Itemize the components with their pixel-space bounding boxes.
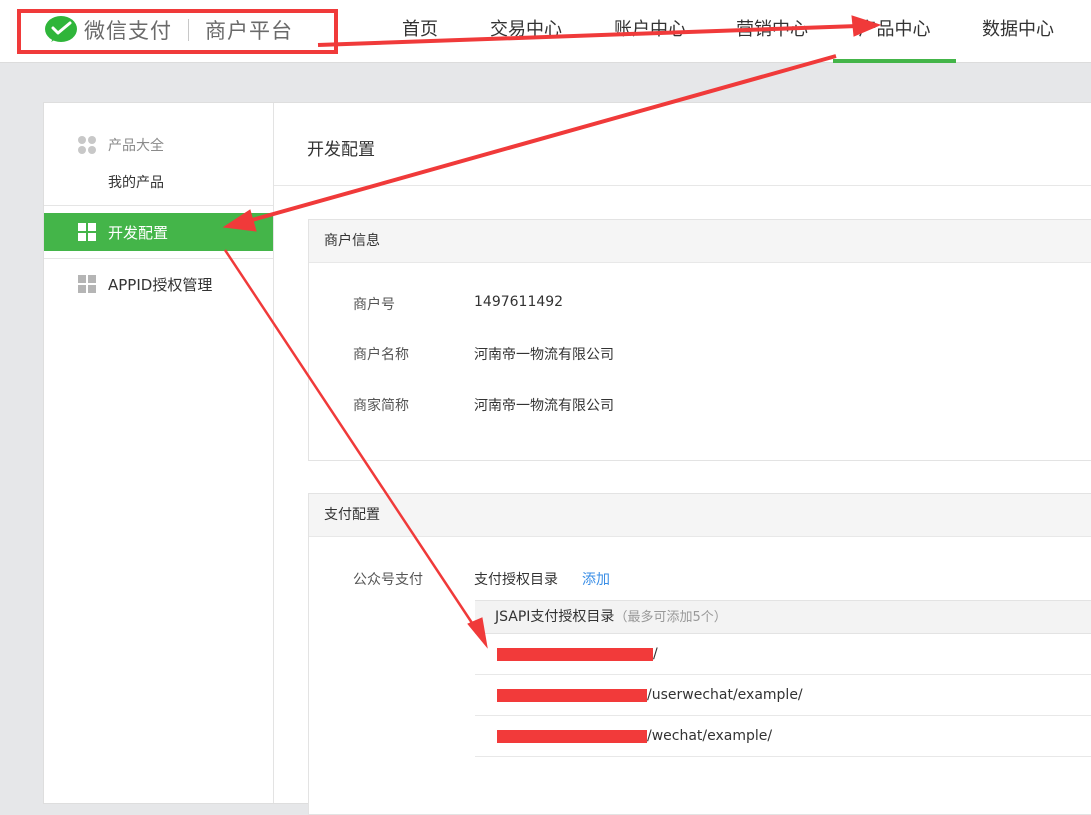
payment-config-title: 支付配置 <box>309 494 1091 537</box>
nav-item-marketing[interactable]: 营销中心 <box>724 0 820 62</box>
nav-item-data[interactable]: 数据中心 <box>970 0 1066 62</box>
merchant-info-card: 商户信息 商户号 1497611492 商户名称 河南帝一物流有限公司 商家简称… <box>308 219 1091 461</box>
nav-item-home[interactable]: 首页 <box>390 0 450 62</box>
redaction-bar <box>497 689 647 702</box>
grid-icon <box>78 223 96 241</box>
nav-item-trade[interactable]: 交易中心 <box>478 0 574 62</box>
merchant-name-value: 河南帝一物流有限公司 <box>474 347 614 363</box>
auth-dir-table: JSAPI支付授权目录（最多可添加5个） / /userwechat/examp… <box>475 600 1091 757</box>
content-area: 开发配置 商户信息 商户号 1497611492 商户名称 河南帝一物流有限公司… <box>274 103 1091 815</box>
top-navigation-bar: 微信支付 商户平台 首页 交易中心 账户中心 营销中心 产品中心 数据中心 <box>0 0 1091 63</box>
jsapi-payment-label: 公众号支付 <box>353 572 423 588</box>
merchant-name-label: 商户名称 <box>353 347 409 363</box>
merchant-short-name-value: 河南帝一物流有限公司 <box>474 398 614 414</box>
sidebar-item-appid-auth[interactable]: APPID授权管理 <box>44 265 273 303</box>
page-title: 开发配置 <box>307 140 375 160</box>
sidebar-item-my-products[interactable]: 我的产品 <box>108 172 164 192</box>
auth-dir-suffix: /wechat/example/ <box>647 728 773 744</box>
annotation-highlight-box <box>17 9 338 54</box>
auth-dir-suffix: / <box>653 646 658 662</box>
sidebar-item-label: 开发配置 <box>108 223 169 242</box>
payment-auth-dir-label: 支付授权目录 <box>474 572 558 588</box>
auth-dir-header-hint: （最多可添加5个） <box>614 610 727 625</box>
merchant-info-title: 商户信息 <box>309 220 1091 263</box>
sidebar-group-label: 产品大全 <box>108 138 164 154</box>
sidebar-item-label: APPID授权管理 <box>108 275 213 294</box>
sidebar-divider <box>44 258 273 259</box>
auth-dir-table-header: JSAPI支付授权目录（最多可添加5个） <box>475 600 1091 634</box>
nav-item-products[interactable]: 产品中心 <box>833 0 956 63</box>
merchant-id-label: 商户号 <box>353 297 395 313</box>
merchant-id-value: 1497611492 <box>474 294 564 310</box>
auth-dir-header-title: JSAPI支付授权目录 <box>495 609 615 625</box>
title-divider <box>274 185 1091 186</box>
dots-grid-icon <box>78 136 96 154</box>
add-auth-dir-link[interactable]: 添加 <box>582 569 610 589</box>
grid-icon <box>78 275 96 293</box>
payment-config-card: 支付配置 公众号支付 支付授权目录 添加 JSAPI支付授权目录（最多可添加5个… <box>308 493 1091 815</box>
auth-dir-row: /wechat/example/ <box>475 716 1091 757</box>
redaction-bar <box>497 730 647 743</box>
auth-dir-row: / <box>475 634 1091 675</box>
sidebar-divider <box>44 205 273 206</box>
auth-dir-row: /userwechat/example/ <box>475 675 1091 716</box>
merchant-short-name-label: 商家简称 <box>353 398 409 414</box>
redaction-bar <box>497 648 653 661</box>
sidebar-group-title: 产品大全 <box>78 135 164 155</box>
auth-dir-suffix: /userwechat/example/ <box>647 687 803 703</box>
sidebar-item-dev-config[interactable]: 开发配置 <box>44 213 273 251</box>
main-panel: 产品大全 我的产品 开发配置 APPID授权管理 开发配置 商户信息 商户号 1… <box>43 102 1091 815</box>
sidebar: 产品大全 我的产品 开发配置 APPID授权管理 <box>44 103 274 803</box>
nav-item-account[interactable]: 账户中心 <box>602 0 698 62</box>
